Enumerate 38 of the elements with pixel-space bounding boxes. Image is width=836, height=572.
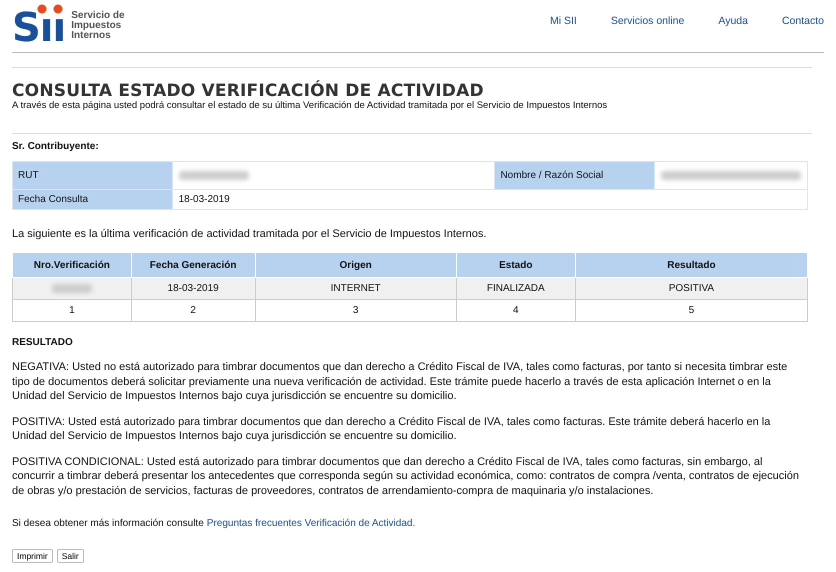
- result-description: POSITIVA CONDICIONAL: Usted está autorizado para timbrar documentos que dan derecho a Crédito Fiscal de IVA, tales como facturas, sin embargo, al concurrir a timbrar deberá presentar los antecedentes que corresponda según su actividad económica, como: contratos de compra /venta, contratos de ejecución de obras y/o prestación de servicios, facturas de proveedores, contratos de arrendamiento-compra de maquinaria y/o instalaciones.: [12, 454, 800, 498]
- redacted-value: [52, 284, 92, 293]
- print-button[interactable]: Imprimir: [12, 549, 53, 563]
- table-cell: POSITIVA: [575, 278, 808, 300]
- result-description: POSITIVA: Usted está autorizado para timbrar documentos que dan derecho a Crédito Fiscal de IVA, tales como facturas. Este trámite deberá hacerlo en la Unidad del Servicio de Impuestos Internos bajo cuya jurisdicción se encuentre su domicilio.: [12, 414, 772, 444]
- table-cell: 18-03-2019: [131, 278, 256, 300]
- page-subtitle: A través de esta página usted podrá consultar el estado de su última Verificación de Actividad tramitada por el Servicio de Impuestos Internos: [12, 100, 608, 111]
- column-header: Resultado: [575, 252, 808, 278]
- nav-link[interactable]: Servicios online: [610, 15, 684, 27]
- column-header: Fecha Generación: [131, 252, 256, 278]
- page-title: CONSULTA ESTADO VERIFICACIÓN DE ACTIVIDAD: [12, 82, 485, 100]
- section-heading: RESULTADO: [12, 337, 74, 348]
- nav-link[interactable]: Contacto: [782, 15, 824, 27]
- table-cell: INTERNET: [255, 278, 456, 300]
- exit-button[interactable]: Salir: [56, 549, 84, 563]
- redacted-value: [178, 170, 249, 180]
- info-text: Si desea obtener más información consulte: [12, 518, 204, 529]
- table-cell: 4: [456, 300, 576, 322]
- result-description: NEGATIVA: Usted no está autorizado para timbrar documentos que dan derecho a Crédito Fiscal de IVA, tales como facturas, por tanto si necesita timbrar este tipo de documentos deberá solicitar previamente una nueva verificación de actividad. Este trámite puede hacerlo a través de esta aplicación Internet o en la Unidad del Servicio de Impuestos Internos bajo cuya jurisdicción se encuentre su domicilio.: [12, 360, 788, 404]
- nav-link[interactable]: Ayuda: [718, 15, 748, 27]
- faq-link[interactable]: Preguntas frecuentes Verificación de Actividad.: [206, 518, 416, 529]
- field-value: 18-03-2019: [172, 190, 808, 210]
- intro-text: La siguiente es la última verificación de actividad tramitada por el Servicio de Impuestos Internos.: [12, 228, 488, 240]
- column-header: Nro.Verificación: [12, 252, 132, 278]
- table-cell: 1: [12, 300, 132, 322]
- table-cell: 2: [131, 300, 256, 322]
- section-heading: Sr. Contribuyente:: [12, 141, 100, 152]
- logo-name: Servicio de Impuestos Internos: [71, 11, 125, 41]
- table-cell: 5: [575, 300, 808, 322]
- field-label: Nombre / Razón Social: [494, 162, 654, 190]
- column-header: Estado: [456, 252, 576, 278]
- logo: Sıı: [12, 4, 66, 48]
- table-cell: FINALIZADA: [456, 278, 576, 300]
- table-cell: 3: [255, 300, 456, 322]
- field-label: Fecha Consulta: [12, 190, 172, 210]
- nav-link[interactable]: Mi SII: [550, 15, 577, 27]
- column-header: Origen: [255, 252, 456, 278]
- field-label: RUT: [12, 162, 172, 190]
